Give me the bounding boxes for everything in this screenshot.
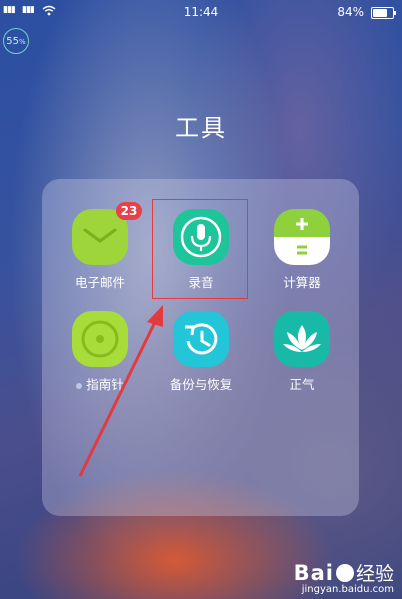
paw-logo-icon	[335, 564, 354, 582]
annotation-arrow	[78, 305, 163, 477]
watermark-brand-suffix: 经验	[355, 563, 394, 585]
watermark: Bai 经验 jingyan.baidu.com	[294, 559, 394, 595]
watermark-url: jingyan.baidu.com	[301, 584, 394, 595]
watermark-brand: Bai	[293, 561, 334, 585]
